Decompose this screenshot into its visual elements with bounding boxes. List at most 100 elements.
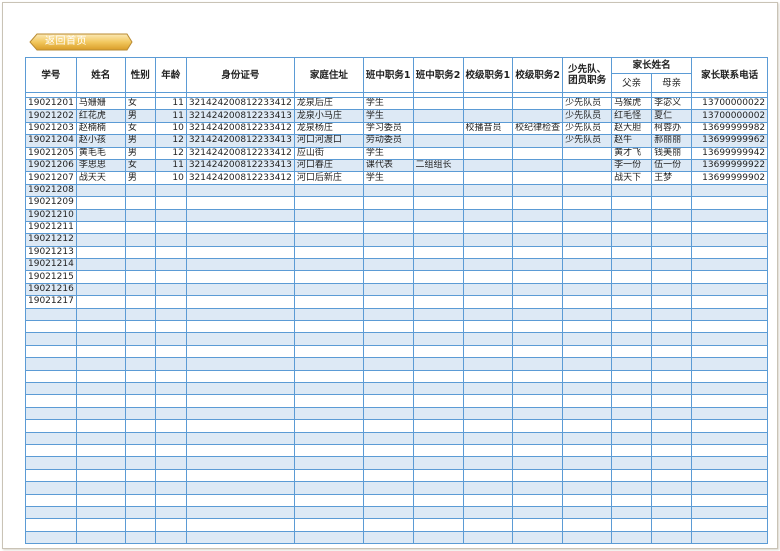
cell-id-number[interactable] [185, 431, 295, 445]
cell-father[interactable] [611, 369, 653, 384]
cell-school-duty-1[interactable] [462, 295, 514, 309]
cell-parent-phone[interactable] [691, 245, 769, 260]
cell-class-duty-2[interactable] [412, 493, 464, 507]
cell-class-duty-1[interactable] [362, 320, 414, 334]
cell-name[interactable]: 李思思 [75, 158, 126, 173]
cell-mother[interactable] [651, 505, 693, 520]
cell-gender[interactable] [124, 518, 156, 532]
cell-name[interactable] [75, 530, 126, 545]
cell-address[interactable] [293, 419, 364, 433]
cell-pioneer[interactable] [562, 468, 613, 483]
cell-class-duty-2[interactable] [412, 431, 464, 445]
cell-school-duty-2[interactable] [512, 530, 564, 545]
cell-school-duty-2[interactable] [512, 344, 564, 359]
cell-class-duty-1[interactable] [362, 357, 414, 371]
cell-parent-phone[interactable] [691, 381, 769, 396]
cell-school-duty-2[interactable]: 校纪律检查 [512, 121, 564, 136]
cell-gender[interactable] [124, 220, 156, 235]
cell-age[interactable] [154, 456, 187, 470]
cell-class-duty-2[interactable] [412, 530, 464, 545]
cell-pioneer[interactable] [562, 208, 613, 222]
cell-class-duty-2[interactable] [412, 381, 464, 396]
cell-class-duty-2[interactable] [412, 443, 464, 458]
cell-school-duty-1[interactable] [462, 406, 514, 421]
cell-age[interactable] [154, 220, 187, 235]
cell-id-number[interactable] [185, 468, 295, 483]
cell-class-duty-2[interactable] [412, 332, 464, 346]
cell-student-id[interactable]: 19021201 [25, 96, 77, 111]
cell-school-duty-2[interactable] [512, 456, 564, 470]
cell-school-duty-1[interactable] [462, 481, 514, 495]
cell-name[interactable] [75, 357, 126, 371]
cell-class-duty-1[interactable] [362, 518, 414, 532]
cell-class-duty-2[interactable] [412, 394, 464, 408]
cell-school-duty-2[interactable] [512, 258, 564, 272]
cell-pioneer[interactable] [562, 220, 613, 235]
cell-student-id[interactable]: 19021204 [25, 134, 77, 148]
cell-address[interactable] [293, 307, 364, 322]
cell-name[interactable]: 黄毛毛 [75, 146, 126, 160]
cell-id-number[interactable] [185, 394, 295, 408]
cell-address[interactable] [293, 493, 364, 507]
cell-student-id[interactable] [25, 530, 77, 545]
cell-age[interactable] [154, 245, 187, 260]
cell-address[interactable] [293, 443, 364, 458]
cell-class-duty-1[interactable] [362, 406, 414, 421]
cell-class-duty-1[interactable] [362, 493, 414, 507]
cell-father[interactable] [611, 183, 653, 198]
cell-parent-phone[interactable] [691, 481, 769, 495]
cell-age[interactable] [154, 282, 187, 297]
cell-school-duty-1[interactable] [462, 530, 514, 545]
cell-student-id[interactable]: 19021213 [25, 245, 77, 260]
cell-class-duty-2[interactable] [412, 183, 464, 198]
cell-age[interactable] [154, 295, 187, 309]
cell-father[interactable] [611, 518, 653, 532]
cell-mother[interactable] [651, 456, 693, 470]
cell-age[interactable] [154, 270, 187, 284]
cell-student-id[interactable] [25, 381, 77, 396]
cell-gender[interactable]: 男 [124, 134, 156, 148]
cell-pioneer[interactable] [562, 431, 613, 445]
cell-father[interactable]: 黄才飞 [611, 146, 653, 160]
cell-parent-phone[interactable]: 13699999982 [691, 121, 769, 136]
cell-father[interactable] [611, 443, 653, 458]
cell-school-duty-1[interactable] [462, 134, 514, 148]
cell-parent-phone[interactable] [691, 307, 769, 322]
cell-parent-phone[interactable]: 13700000022 [691, 96, 769, 111]
cell-id-number[interactable] [185, 320, 295, 334]
cell-name[interactable] [75, 369, 126, 384]
cell-age[interactable] [154, 381, 187, 396]
cell-school-duty-2[interactable] [512, 357, 564, 371]
cell-address[interactable] [293, 357, 364, 371]
cell-student-id[interactable] [25, 394, 77, 408]
cell-class-duty-1[interactable] [362, 505, 414, 520]
cell-father[interactable]: 马猴虎 [611, 96, 653, 111]
cell-class-duty-2[interactable] [412, 134, 464, 148]
cell-school-duty-1[interactable] [462, 233, 514, 247]
cell-class-duty-2[interactable] [412, 208, 464, 222]
cell-school-duty-2[interactable] [512, 96, 564, 111]
cell-school-duty-2[interactable] [512, 394, 564, 408]
cell-pioneer[interactable] [562, 282, 613, 297]
cell-mother[interactable] [651, 468, 693, 483]
cell-name[interactable] [75, 481, 126, 495]
cell-name[interactable] [75, 208, 126, 222]
cell-id-number[interactable] [185, 183, 295, 198]
cell-name[interactable] [75, 518, 126, 532]
cell-mother[interactable] [651, 518, 693, 532]
cell-mother[interactable] [651, 344, 693, 359]
cell-school-duty-1[interactable] [462, 369, 514, 384]
cell-class-duty-2[interactable] [412, 282, 464, 297]
cell-student-id[interactable]: 19021205 [25, 146, 77, 160]
cell-age[interactable] [154, 320, 187, 334]
cell-class-duty-2[interactable] [412, 258, 464, 272]
cell-father[interactable] [611, 419, 653, 433]
cell-parent-phone[interactable] [691, 493, 769, 507]
cell-father[interactable] [611, 332, 653, 346]
cell-gender[interactable] [124, 456, 156, 470]
cell-student-id[interactable]: 19021209 [25, 196, 77, 210]
cell-id-number[interactable] [185, 295, 295, 309]
cell-gender[interactable] [124, 332, 156, 346]
cell-school-duty-1[interactable] [462, 158, 514, 173]
cell-father[interactable] [611, 381, 653, 396]
